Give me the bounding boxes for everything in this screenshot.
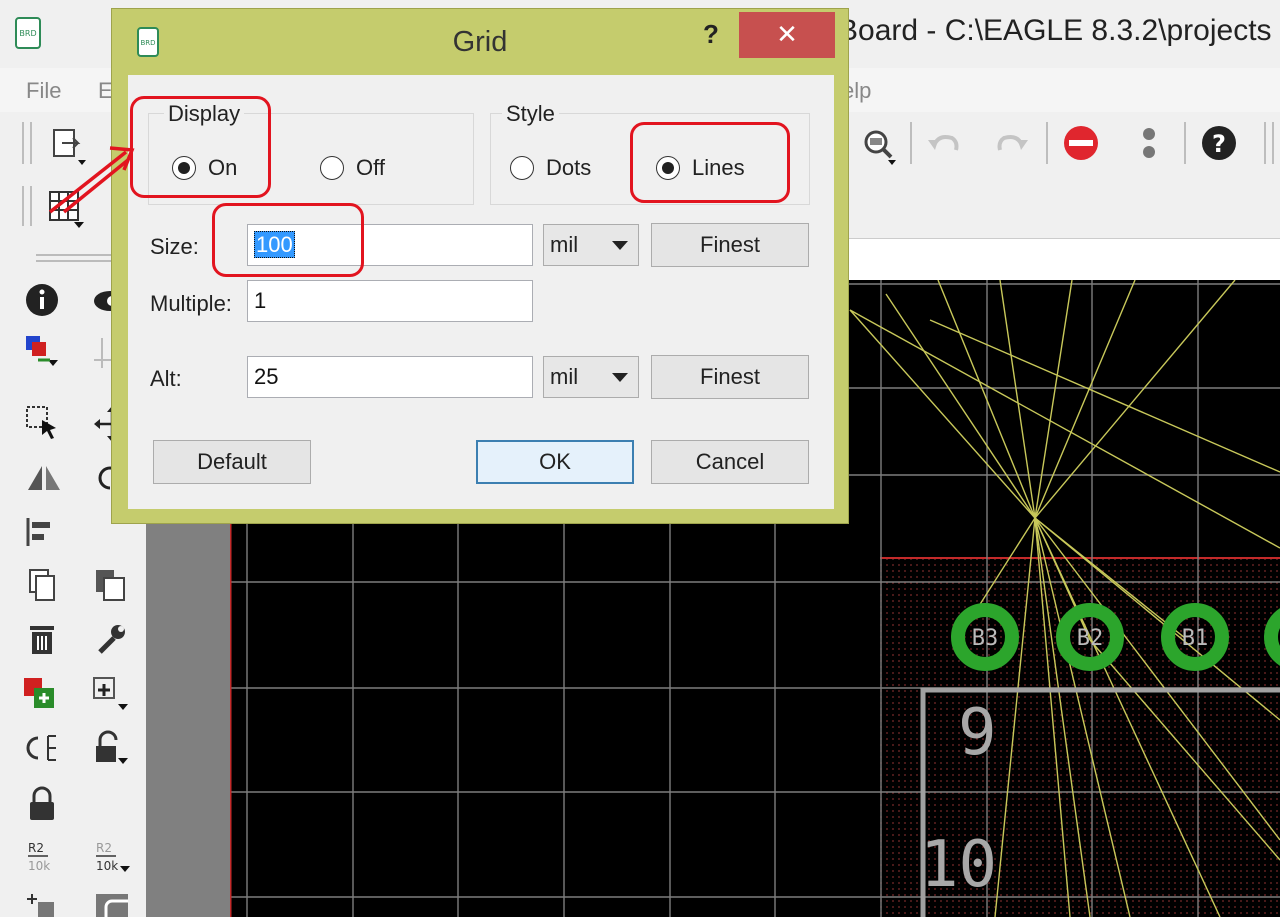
display-layers-icon[interactable] [24, 334, 68, 370]
chevron-down-icon [612, 373, 628, 382]
group-select-icon[interactable] [24, 404, 64, 444]
svg-text:R2: R2 [96, 841, 112, 855]
annotation-arrow-icon [48, 146, 135, 214]
size-value: 100 [254, 231, 295, 258]
miter-icon[interactable] [92, 890, 132, 917]
brd-file-icon: BRD [15, 17, 41, 49]
display-off-radio[interactable]: Off [320, 155, 385, 181]
pad-label-b2: B2 [1077, 626, 1104, 651]
style-dots-radio[interactable]: Dots [510, 155, 591, 181]
pad-label-b3: B3 [972, 626, 999, 651]
align-icon[interactable] [24, 514, 64, 550]
close-icon: ✕ [776, 20, 798, 50]
swap-icon[interactable] [22, 728, 66, 768]
display-off-label: Off [356, 155, 385, 180]
display-group-label: Display [164, 101, 245, 127]
delete-icon[interactable] [24, 620, 64, 660]
paste-icon[interactable] [92, 566, 132, 606]
svg-text:?: ? [1212, 130, 1226, 158]
menu-file[interactable]: File [26, 78, 61, 104]
style-dots-label: Dots [546, 155, 592, 180]
app-title: Board - C:\EAGLE 8.3.2\projects [838, 14, 1272, 47]
size-unit-value: mil [550, 232, 579, 257]
dialog-title: Grid [452, 26, 508, 58]
style-lines-radio[interactable]: Lines [656, 155, 745, 181]
chevron-down-icon [612, 241, 628, 250]
size-label: Size: [150, 234, 199, 259]
lock-unlock-icon[interactable] [90, 728, 134, 768]
alt-label: Alt: [150, 366, 182, 391]
copy-icon[interactable] [24, 566, 64, 606]
redo-icon[interactable] [990, 126, 1032, 162]
size-finest-button[interactable]: Finest [651, 223, 809, 267]
display-on-label: On [208, 155, 238, 180]
info-icon[interactable] [24, 282, 60, 318]
size-input[interactable]: 100 [247, 224, 533, 266]
style-lines-label: Lines [692, 155, 745, 180]
svg-text:R2: R2 [28, 841, 44, 855]
go-icon[interactable] [1128, 122, 1170, 164]
close-button[interactable]: ✕ [739, 12, 835, 58]
size-unit-select[interactable]: mil [543, 224, 639, 266]
wrench-icon[interactable] [92, 620, 132, 660]
name-icon[interactable]: R2 10k [24, 836, 64, 876]
dialog-body: Display On Off Style Dots Lines Size: 10… [128, 75, 834, 509]
board-label-10: 10 [920, 828, 997, 902]
stop-icon[interactable] [1060, 122, 1102, 164]
mirror-icon[interactable] [24, 458, 64, 498]
board-label-9: 9 [958, 696, 997, 770]
alt-unit-select[interactable]: mil [543, 356, 639, 398]
svg-text:10k: 10k [96, 859, 118, 873]
multiple-input[interactable]: 1 [247, 280, 533, 322]
default-button[interactable]: Default [153, 440, 311, 484]
zoom-select-icon[interactable] [858, 124, 904, 168]
replace-part-icon[interactable] [90, 674, 134, 714]
cancel-button[interactable]: Cancel [651, 440, 809, 484]
add-part-icon[interactable] [22, 674, 66, 714]
alt-unit-value: mil [550, 364, 579, 389]
help-button[interactable]: ? [698, 19, 724, 53]
grid-dialog: BRD Grid ? ✕ Display On Off Style Dots L… [111, 8, 849, 524]
undo-icon[interactable] [924, 126, 966, 162]
alt-finest-button[interactable]: Finest [651, 355, 809, 399]
alt-input[interactable]: 25 [247, 356, 533, 398]
svg-text:10k: 10k [28, 859, 50, 873]
value-icon[interactable]: R2 10k [92, 836, 136, 876]
svg-text:BRD: BRD [19, 29, 36, 38]
lock-icon[interactable] [24, 784, 60, 824]
help-icon[interactable]: ? [1198, 122, 1240, 164]
pad-label-b1: B1 [1182, 626, 1209, 651]
display-on-radio[interactable]: On [172, 155, 237, 181]
multiple-label: Multiple: [150, 291, 232, 316]
ok-button[interactable]: OK [476, 440, 634, 484]
style-group-label: Style [502, 101, 559, 127]
smash-icon[interactable] [24, 890, 64, 917]
